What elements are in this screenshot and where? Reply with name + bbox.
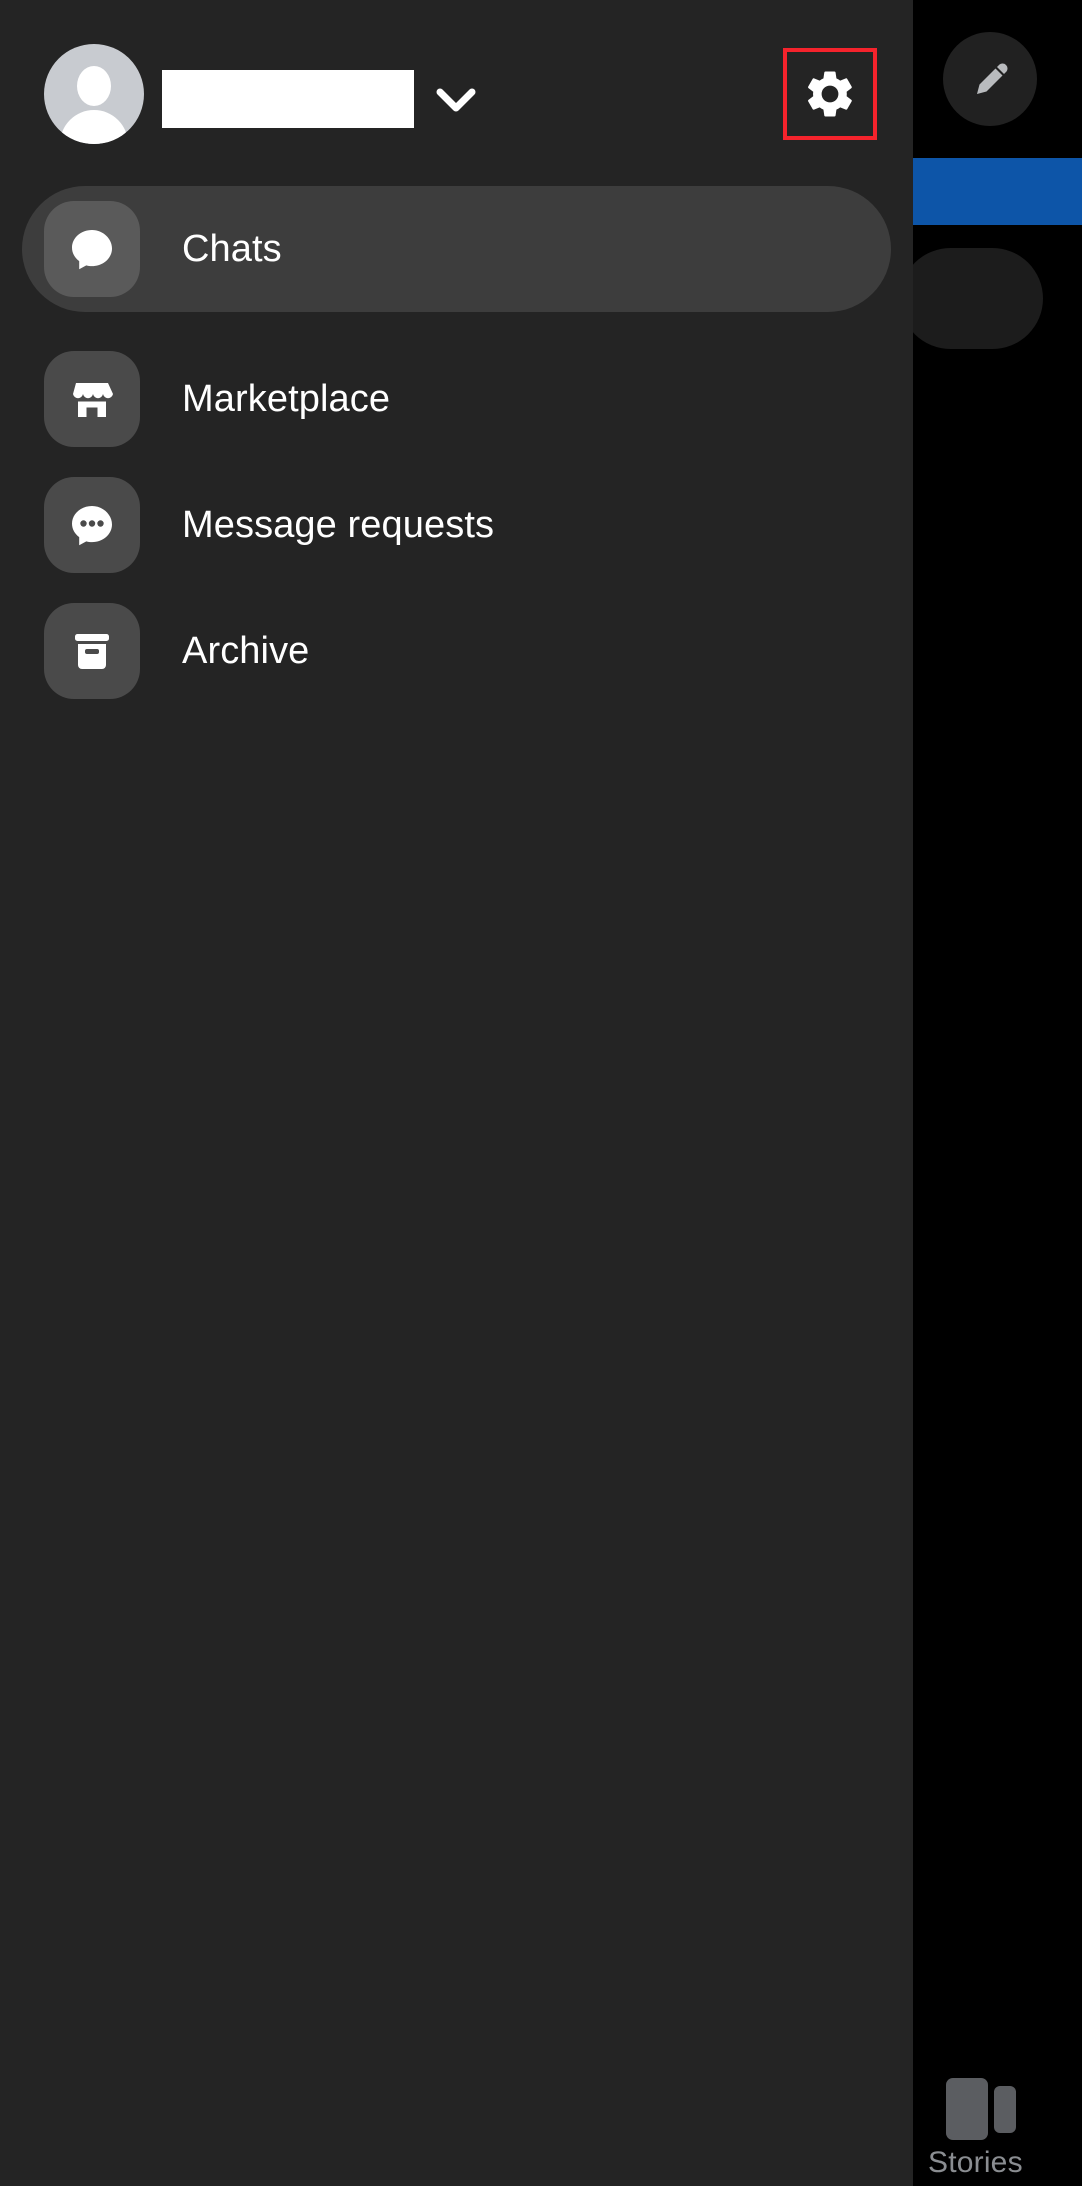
archive-box-icon-tile bbox=[44, 603, 140, 699]
tab-stories-label: Stories bbox=[928, 2146, 1023, 2179]
profile-avatar[interactable] bbox=[44, 44, 144, 144]
chat-bubble-icon bbox=[72, 230, 112, 270]
background-search-bar[interactable] bbox=[900, 248, 1043, 349]
account-name bbox=[162, 70, 414, 128]
background-banner[interactable] bbox=[913, 158, 1082, 225]
tab-stories[interactable]: Stories bbox=[928, 2078, 1078, 2186]
chat-bubble-icon-tile bbox=[44, 201, 140, 297]
storefront-icon-tile bbox=[44, 351, 140, 447]
compose-button[interactable] bbox=[943, 32, 1037, 126]
gear-icon bbox=[808, 71, 852, 117]
account-switcher-button[interactable] bbox=[428, 70, 484, 128]
sidebar-item-label: Message requests bbox=[182, 503, 495, 546]
sidebar-item-chats[interactable]: Chats bbox=[22, 186, 891, 312]
settings-button[interactable] bbox=[783, 48, 877, 140]
sidebar-item-label: Chats bbox=[182, 227, 282, 270]
archive-box-icon bbox=[75, 634, 109, 669]
drawer-header bbox=[0, 0, 913, 186]
pencil-icon bbox=[977, 63, 1008, 94]
sidebar-item-message-requests[interactable]: Message requests bbox=[22, 462, 891, 588]
storefront-icon bbox=[73, 383, 113, 417]
sidebar-item-label: Archive bbox=[182, 629, 310, 672]
navigation-drawer: Chats Marketplace Message requests Archi… bbox=[0, 0, 913, 2186]
sidebar-item-marketplace[interactable]: Marketplace bbox=[22, 336, 891, 462]
drawer-nav-list: Chats Marketplace Message requests Archi… bbox=[0, 186, 913, 714]
chevron-down-icon bbox=[436, 88, 476, 112]
chat-bubble-dots-icon-tile bbox=[44, 477, 140, 573]
app-screen: Stories Chats Marketplace Message reques… bbox=[0, 0, 1082, 2186]
sidebar-item-archive[interactable]: Archive bbox=[22, 588, 891, 714]
sidebar-item-label: Marketplace bbox=[182, 377, 391, 420]
person-icon bbox=[77, 66, 111, 106]
chat-bubble-dots-icon bbox=[72, 506, 112, 546]
stories-icon bbox=[946, 2078, 1016, 2140]
